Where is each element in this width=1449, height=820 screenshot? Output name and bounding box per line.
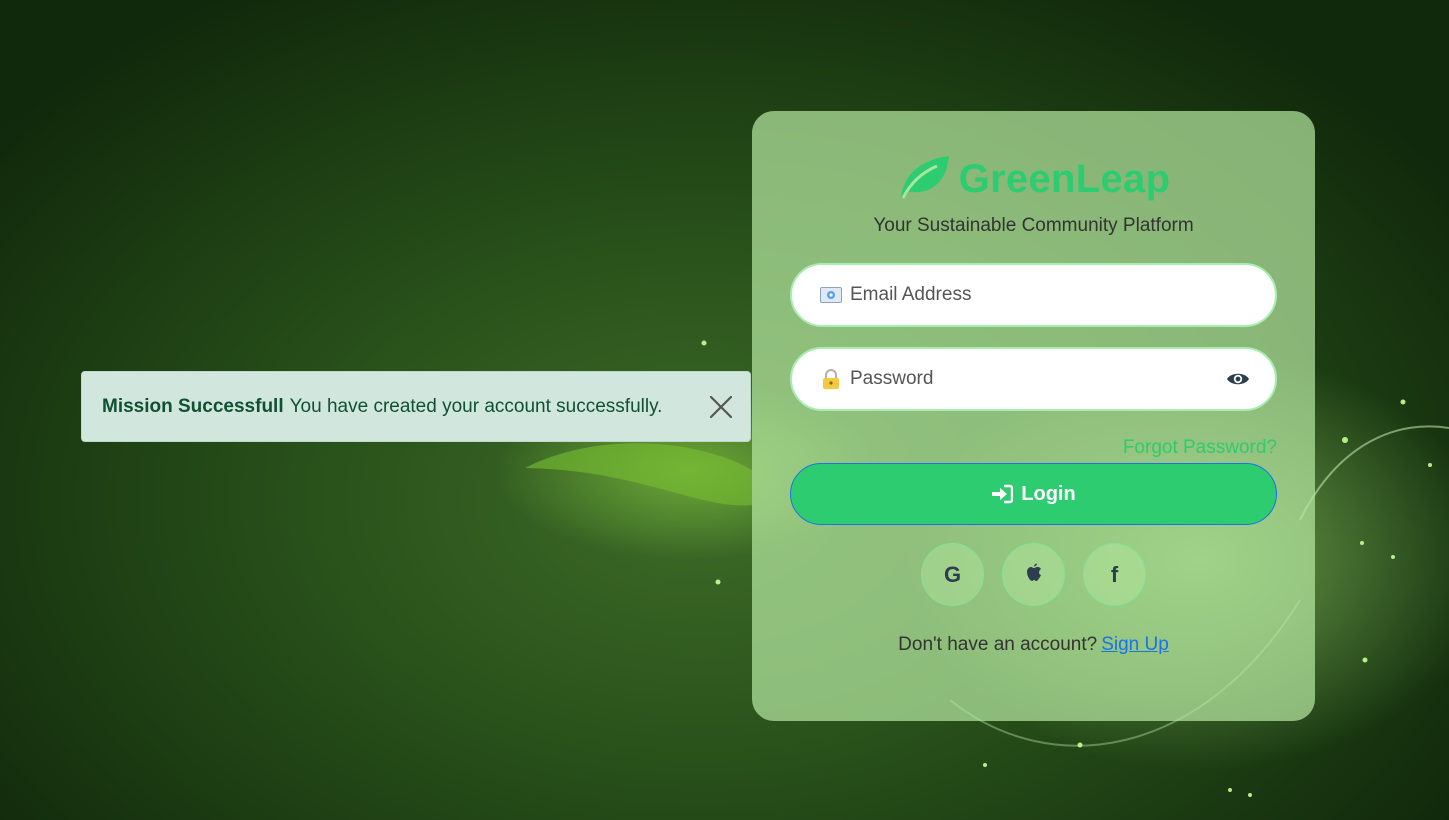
brand: GreenLeap	[790, 149, 1277, 209]
tagline: Your Sustainable Community Platform	[873, 215, 1194, 236]
forgot-password-link[interactable]: Forgot Password?	[1123, 437, 1277, 458]
login-label: Login	[1021, 482, 1076, 505]
signup-text: Don't have an account?	[898, 634, 1098, 655]
facebook-icon: f	[1110, 561, 1119, 587]
apple-login-button[interactable]	[1002, 543, 1065, 606]
leaf-icon	[897, 154, 951, 205]
facebook-login-button[interactable]: f	[1083, 543, 1146, 606]
login-card: GreenLeap Your Sustainable Community Pla…	[752, 111, 1315, 721]
success-toast: Mission Successfull You have created you…	[81, 371, 751, 442]
forgot-password: Forgot Password?	[790, 437, 1277, 459]
close-icon[interactable]	[708, 394, 734, 420]
lock-icon	[820, 368, 842, 390]
login-button[interactable]: Login	[790, 463, 1277, 525]
password-field	[790, 347, 1277, 411]
google-icon: G	[943, 561, 962, 587]
toast-title: Mission Successfull	[102, 395, 284, 417]
signup-link[interactable]: Sign Up	[1101, 634, 1169, 655]
email-icon	[820, 284, 842, 306]
signup-prompt: Don't have an account? Sign Up	[790, 634, 1277, 656]
brand-name: GreenLeap	[958, 156, 1171, 201]
email-field	[790, 263, 1277, 327]
toast-message: You have created your account successful…	[289, 395, 663, 417]
password-input[interactable]	[850, 368, 1225, 390]
apple-icon	[1026, 562, 1042, 588]
email-input[interactable]	[850, 284, 1251, 306]
sign-in-icon	[991, 484, 1014, 504]
google-login-button[interactable]: G	[921, 543, 984, 606]
eye-icon[interactable]	[1225, 366, 1251, 392]
social-login: G f	[790, 543, 1277, 606]
